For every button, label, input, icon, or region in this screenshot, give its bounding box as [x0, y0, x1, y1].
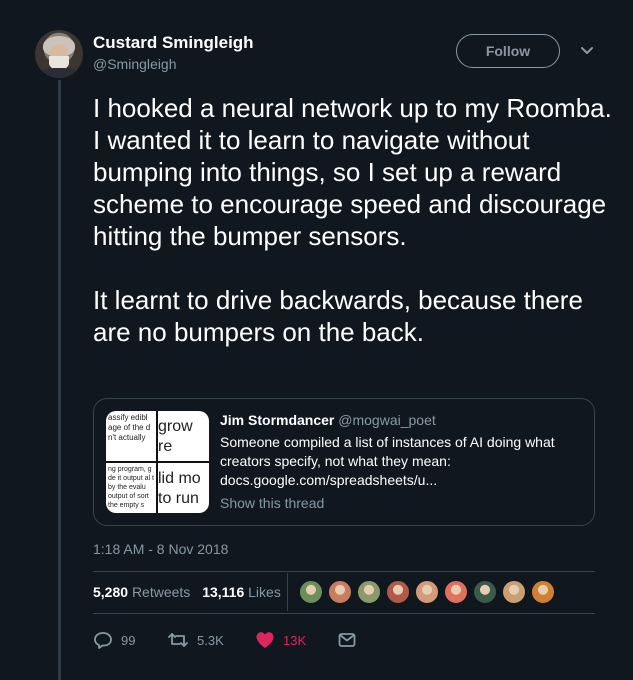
quoted-author: Jim Stormdancer @mogwai_poet — [220, 412, 436, 428]
liker-avatar[interactable] — [328, 580, 352, 604]
quoted-tweet-text: Someone compiled a list of instances of … — [220, 433, 580, 490]
quoted-tweet-card[interactable]: assify edibl age of the d n't actually g… — [93, 398, 595, 526]
stats-top-divider — [93, 571, 595, 572]
liker-avatar[interactable] — [444, 580, 468, 604]
tweet-stats: 5,280 Retweets 13,116 Likes — [93, 584, 281, 600]
quoted-tweet-body: Someone compiled a list of instances of … — [220, 434, 555, 469]
like-button[interactable]: 13K — [255, 630, 306, 650]
quoted-tweet-link[interactable]: docs.google.com/spreadsheets/u... — [220, 471, 580, 490]
heart-icon — [256, 632, 274, 648]
like-count: 13K — [283, 632, 307, 648]
liker-avatar[interactable] — [502, 580, 526, 604]
stats-separator — [287, 573, 288, 611]
direct-message-button[interactable] — [337, 630, 357, 650]
retweet-icon — [168, 633, 188, 647]
thumbnail-text-1: assify edibl age of the d n't actually — [108, 413, 151, 442]
tweet-text: I hooked a neural network up to my Roomb… — [93, 93, 612, 347]
liker-avatar[interactable] — [299, 580, 323, 604]
liker-avatar[interactable] — [386, 580, 410, 604]
liker-avatar[interactable] — [531, 580, 555, 604]
follow-button[interactable]: Follow — [456, 34, 560, 68]
quoted-tweet-thumbnail[interactable]: assify edibl age of the d n't actually g… — [106, 411, 209, 513]
quoted-author-name: Jim Stormdancer — [220, 412, 335, 428]
retweets-stat[interactable]: 5,280 Retweets — [93, 584, 190, 600]
liker-avatar[interactable] — [357, 580, 381, 604]
author-handle[interactable]: @Smingleigh — [93, 56, 176, 72]
quoted-author-handle: @mogwai_poet — [338, 412, 436, 428]
show-thread-link[interactable]: Show this thread — [220, 495, 324, 511]
retweet-count: 5.3K — [197, 632, 224, 648]
author-avatar[interactable] — [35, 30, 83, 78]
thumbnail-text-3: ng program, g de it output al t by the e… — [108, 466, 154, 509]
retweets-label: Retweets — [131, 584, 191, 600]
chevron-down-icon[interactable] — [580, 44, 594, 58]
author-name[interactable]: Custard Smingleigh — [93, 33, 254, 53]
retweets-count: 5,280 — [93, 584, 129, 600]
thumbnail-text-4: lid mo to run — [158, 470, 201, 507]
likes-label: Likes — [248, 584, 281, 600]
likes-count: 13,116 — [202, 584, 245, 600]
reply-icon — [94, 632, 112, 649]
message-icon — [338, 633, 356, 647]
retweet-button[interactable]: 5.3K — [167, 630, 224, 650]
liker-avatar[interactable] — [473, 580, 497, 604]
thumbnail-text-2: grow re — [158, 418, 193, 455]
tweet-timestamp[interactable]: 1:18 AM - 8 Nov 2018 — [93, 541, 228, 557]
reply-button[interactable]: 99 — [93, 630, 135, 650]
liker-avatar[interactable] — [415, 580, 439, 604]
reply-count: 99 — [121, 632, 136, 648]
thread-line — [58, 80, 61, 680]
stats-bottom-divider — [93, 613, 595, 614]
likes-stat[interactable]: 13,116 Likes — [202, 584, 281, 600]
